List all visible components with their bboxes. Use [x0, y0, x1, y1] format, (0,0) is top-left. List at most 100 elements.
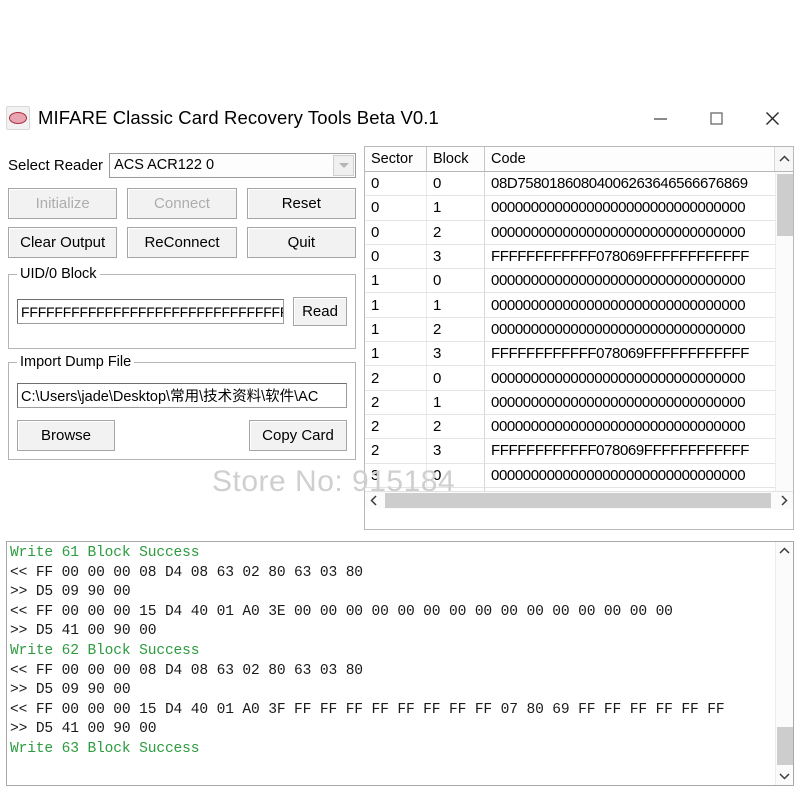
window-title: MIFARE Classic Card Recovery Tools Beta … [38, 107, 439, 128]
cell-code: 00000000000000000000000000000000 [491, 418, 746, 436]
cell-sector: 0 [365, 196, 427, 220]
maximize-icon[interactable] [688, 95, 744, 141]
table-vertical-scrollbar[interactable] [775, 172, 793, 509]
table-row[interactable]: 0 3 FFFFFFFFFFFF078069FFFFFFFFFFFF [365, 244, 775, 270]
table-row[interactable]: 2 2 00000000000000000000000000000000 [365, 414, 775, 440]
cell-block: 0 [427, 269, 485, 293]
table-scroll-right-icon[interactable] [775, 492, 793, 509]
copy-card-button[interactable]: Copy Card [249, 420, 347, 451]
log-vertical-scrollbar[interactable] [775, 542, 793, 785]
cell-block: 0 [427, 463, 485, 487]
table-row[interactable]: 0 0 08D75801860804006263646566676869 [365, 172, 775, 197]
reconnect-button[interactable]: ReConnect [127, 227, 237, 258]
clear-output-button[interactable]: Clear Output [8, 227, 118, 258]
close-icon[interactable] [744, 95, 800, 141]
cell-code: 00000000000000000000000000000000 [491, 466, 746, 484]
cell-block: 0 [427, 172, 485, 196]
table-row[interactable]: 1 2 00000000000000000000000000000000 [365, 317, 775, 343]
log-line: Write 63 Block Success [10, 740, 200, 757]
action-buttons-row-1: Initialize Connect Reset [8, 188, 356, 219]
table-row[interactable]: 0 1 00000000000000000000000000000000 [365, 196, 775, 221]
log-vscroll-thumb[interactable] [777, 727, 793, 765]
uid-block-group: UID/0 Block FFFFFFFFFFFFFFFFFFFFFFFFFFFF… [8, 266, 356, 349]
table-horizontal-scrollbar[interactable] [365, 491, 793, 509]
cell-block: 1 [427, 293, 485, 317]
cell-code: 08D75801860804006263646566676869 [491, 175, 748, 193]
log-line: >> D5 09 90 00 [10, 584, 131, 601]
cell-block: 3 [427, 439, 485, 463]
uid-input[interactable]: FFFFFFFFFFFFFFFFFFFFFFFFFFFFFFFF [17, 299, 284, 324]
cell-block: 1 [427, 390, 485, 414]
import-buttons: Browse Copy Card [17, 420, 347, 451]
log-line: << FF 00 00 00 15 D4 40 01 A0 3F FF FF F… [10, 701, 725, 718]
column-header-block: Block [427, 147, 485, 171]
table-vscroll-thumb[interactable] [777, 174, 793, 236]
dump-file-path-input[interactable]: C:\Users\jade\Desktop\常用\技术资料\软件\AC [17, 383, 347, 408]
cell-code: FFFFFFFFFFFF078069FFFFFFFFFFFF [491, 442, 749, 460]
cell-code: 00000000000000000000000000000000 [491, 223, 746, 241]
table-row[interactable]: 1 1 00000000000000000000000000000000 [365, 293, 775, 318]
reset-button[interactable]: Reset [246, 188, 356, 219]
browse-button[interactable]: Browse [17, 420, 115, 451]
cell-block: 3 [427, 244, 485, 269]
cell-sector: 0 [365, 220, 427, 244]
cell-code: 00000000000000000000000000000000 [491, 199, 746, 217]
read-button[interactable]: Read [293, 297, 347, 326]
controls-panel: Select Reader ACS ACR122 0 Initialize Co… [0, 143, 362, 533]
table-row[interactable]: 2 0 00000000000000000000000000000000 [365, 366, 775, 391]
reader-dropdown[interactable]: ACS ACR122 0 [109, 152, 356, 178]
table-header: Sector Block Code [365, 147, 793, 172]
client-area: Select Reader ACS ACR122 0 Initialize Co… [0, 143, 800, 786]
table-row[interactable]: 2 1 00000000000000000000000000000000 [365, 390, 775, 415]
mifare-app-icon [6, 106, 30, 130]
quit-button[interactable]: Quit [246, 227, 356, 258]
cell-code: 00000000000000000000000000000000 [491, 296, 746, 314]
table-row[interactable]: 0 2 00000000000000000000000000000000 [365, 220, 775, 245]
cell-sector: 1 [365, 269, 427, 293]
cell-sector: 1 [365, 317, 427, 342]
table-row[interactable]: 2 3 FFFFFFFFFFFF078069FFFFFFFFFFFF [365, 439, 775, 464]
log-line: >> D5 41 00 90 00 [10, 623, 157, 640]
log-line: >> D5 09 90 00 [10, 682, 131, 699]
minimize-icon[interactable] [632, 95, 688, 141]
card-data-table: Sector Block Code 0 0 08D75801860804006263… [364, 146, 794, 530]
import-dump-file-group-title: Import Dump File [17, 354, 135, 370]
action-buttons: Initialize Connect Reset Clear Output Re… [8, 188, 356, 266]
cell-sector: 1 [365, 342, 427, 366]
log-line: Write 61 Block Success [10, 545, 200, 561]
cell-code: 00000000000000000000000000000000 [491, 320, 746, 338]
uid-block-group-title: UID/0 Block [17, 266, 100, 282]
cell-block: 3 [427, 342, 485, 366]
output-log-lines: Write 61 Block Success << FF 00 00 00 08 … [10, 544, 774, 785]
column-header-code: Code [485, 147, 774, 171]
table-row[interactable]: 1 0 00000000000000000000000000000000 [365, 269, 775, 294]
table-scroll-left-icon[interactable] [365, 492, 383, 509]
table-hscroll-thumb[interactable] [385, 493, 771, 508]
cell-sector: 1 [365, 293, 427, 317]
cell-sector: 2 [365, 366, 427, 390]
table-row[interactable]: 1 3 FFFFFFFFFFFF078069FFFFFFFFFFFF [365, 342, 775, 367]
log-line: Write 62 Block Success [10, 642, 200, 659]
initialize-button[interactable]: Initialize [8, 188, 118, 219]
log-scroll-up-icon[interactable] [776, 542, 793, 560]
cell-code: 00000000000000000000000000000000 [491, 272, 746, 290]
output-log-panel[interactable]: Write 61 Block Success << FF 00 00 00 08 … [6, 541, 794, 786]
chevron-down-icon[interactable] [333, 154, 354, 176]
cell-sector: 0 [365, 172, 427, 196]
cell-sector: 2 [365, 414, 427, 439]
cell-block: 2 [427, 317, 485, 342]
title-bar: MIFARE Classic Card Recovery Tools Beta … [0, 93, 800, 143]
log-line: >> D5 41 00 90 00 [10, 721, 157, 738]
window-controls [632, 93, 800, 143]
log-scroll-down-icon[interactable] [776, 767, 793, 785]
column-header-sector: Sector [365, 147, 427, 171]
reader-dropdown-value: ACS ACR122 0 [114, 157, 215, 173]
select-reader-row: Select Reader ACS ACR122 0 [8, 150, 356, 180]
application-window: MIFARE Classic Card Recovery Tools Beta … [0, 93, 800, 786]
scroll-up-icon[interactable] [774, 147, 793, 171]
connect-button[interactable]: Connect [127, 188, 237, 219]
cell-code: 00000000000000000000000000000000 [491, 369, 746, 387]
cell-sector: 2 [365, 439, 427, 463]
cell-code: FFFFFFFFFFFF078069FFFFFFFFFFFF [491, 248, 749, 266]
table-row[interactable]: 3 0 00000000000000000000000000000000 [365, 463, 775, 488]
